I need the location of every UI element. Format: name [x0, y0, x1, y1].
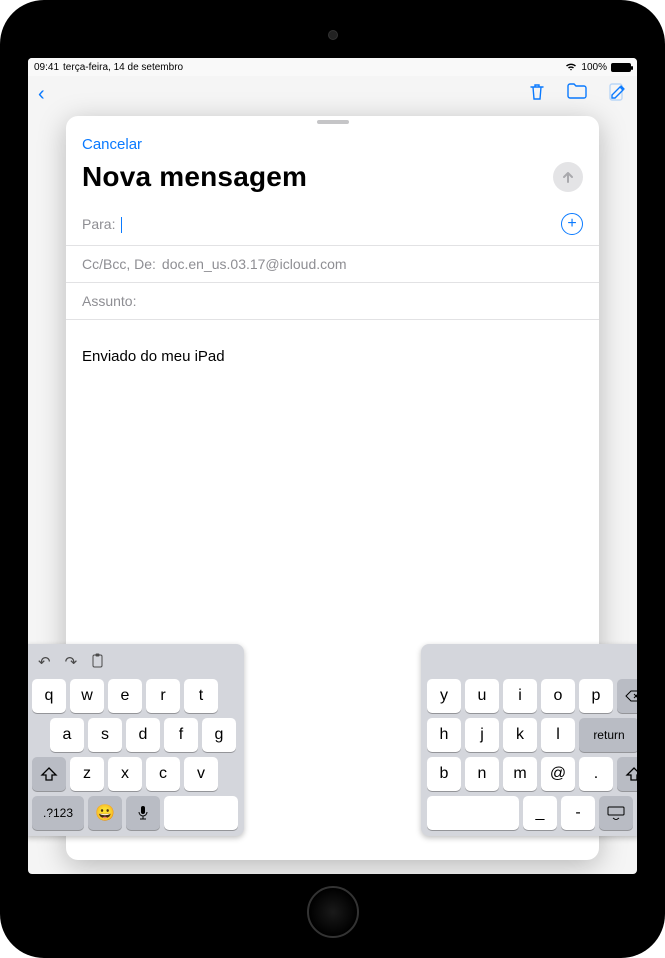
undo-icon[interactable]: ↶ [38, 653, 51, 671]
battery-pct: 100% [581, 62, 607, 73]
wifi-icon [565, 62, 577, 72]
screen: 09:41 terça-feira, 14 de setembro 100% ‹ [28, 58, 637, 874]
key-d[interactable]: d [126, 718, 160, 752]
home-button[interactable] [307, 886, 359, 938]
redo-icon[interactable]: ↷ [65, 653, 78, 671]
space-key-right[interactable] [427, 796, 519, 830]
key-j[interactable]: j [465, 718, 499, 752]
key-k[interactable]: k [503, 718, 537, 752]
to-field[interactable] [121, 215, 555, 232]
key-underscore[interactable]: _ [523, 796, 557, 830]
folder-icon[interactable] [567, 83, 587, 106]
back-chevron-icon[interactable]: ‹ [38, 83, 45, 106]
subject-label: Assunto: [82, 293, 136, 309]
background-toolbar: ‹ [28, 76, 637, 112]
cc-bcc-label: Cc/Bcc, De: [82, 256, 156, 272]
signature-text: Enviado do meu iPad [82, 348, 583, 365]
key-m[interactable]: m [503, 757, 537, 791]
to-label: Para: [82, 216, 115, 232]
space-key-left[interactable] [164, 796, 238, 830]
emoji-key[interactable]: 😀 [88, 796, 122, 830]
status-date: terça-feira, 14 de setembro [63, 62, 183, 73]
key-i[interactable]: i [503, 679, 537, 713]
send-button[interactable] [553, 162, 583, 192]
clipboard-icon[interactable] [91, 653, 104, 672]
key-p[interactable]: p [579, 679, 613, 713]
key-g[interactable]: g [202, 718, 236, 752]
kb-row-2-right: h j k l return [427, 718, 633, 752]
from-address: doc.en_us.03.17@icloud.com [162, 256, 583, 272]
dismiss-keyboard-key[interactable] [599, 796, 633, 830]
key-n[interactable]: n [465, 757, 499, 791]
key-hyphen[interactable]: - [561, 796, 595, 830]
dictation-key[interactable] [126, 796, 160, 830]
key-u[interactable]: u [465, 679, 499, 713]
key-w[interactable]: w [70, 679, 104, 713]
kb-row-3-left: z x c v [32, 757, 238, 791]
cc-bcc-row[interactable]: Cc/Bcc, De: doc.en_us.03.17@icloud.com [66, 246, 599, 283]
battery-icon [611, 63, 631, 72]
key-c[interactable]: c [146, 757, 180, 791]
key-q[interactable]: q [32, 679, 66, 713]
key-f[interactable]: f [164, 718, 198, 752]
key-period[interactable]: . [579, 757, 613, 791]
kb-row-4-right: _ - [427, 796, 633, 830]
key-b[interactable]: b [427, 757, 461, 791]
subject-row[interactable]: Assunto: [66, 283, 599, 320]
key-o[interactable]: o [541, 679, 575, 713]
kb-row-4-left: .?123 😀 [32, 796, 238, 830]
key-x[interactable]: x [108, 757, 142, 791]
key-t[interactable]: t [184, 679, 218, 713]
add-contact-button[interactable]: + [561, 213, 583, 235]
keyboard-toolbar-right [427, 650, 633, 674]
key-at[interactable]: @ [541, 757, 575, 791]
trash-icon[interactable] [529, 83, 545, 106]
status-bar: 09:41 terça-feira, 14 de setembro 100% [28, 58, 637, 76]
front-camera [328, 30, 338, 40]
kb-row-3-right: b n m @ . [427, 757, 633, 791]
key-h[interactable]: h [427, 718, 461, 752]
status-time: 09:41 [34, 62, 59, 73]
kb-row-1-right: y u i o p [427, 679, 633, 713]
to-row[interactable]: Para: + [66, 203, 599, 246]
compose-icon[interactable] [609, 83, 627, 106]
key-z[interactable]: z [70, 757, 104, 791]
compose-title: Nova mensagem [82, 161, 307, 193]
text-caret [121, 217, 122, 233]
key-r[interactable]: r [146, 679, 180, 713]
numbers-key[interactable]: .?123 [32, 796, 84, 830]
return-key[interactable]: return [579, 718, 637, 752]
cancel-button[interactable]: Cancelar [82, 136, 142, 153]
keyboard-toolbar-left: ↶ ↷ [32, 650, 238, 674]
backspace-key[interactable] [617, 679, 637, 713]
key-v[interactable]: v [184, 757, 218, 791]
shift-key-left[interactable] [32, 757, 66, 791]
keyboard-left-half: ↶ ↷ q w e r t a s d f [28, 644, 244, 836]
kb-row-1-left: q w e r t [32, 679, 238, 713]
kb-row-2-left: a s d f g [32, 718, 238, 752]
key-a[interactable]: a [50, 718, 84, 752]
ipad-device-frame: 09:41 terça-feira, 14 de setembro 100% ‹ [0, 0, 665, 958]
key-s[interactable]: s [88, 718, 122, 752]
keyboard-right-half: y u i o p h j k l return b n m [421, 644, 637, 836]
shift-key-right[interactable] [617, 757, 637, 791]
key-e[interactable]: e [108, 679, 142, 713]
key-l[interactable]: l [541, 718, 575, 752]
key-y[interactable]: y [427, 679, 461, 713]
